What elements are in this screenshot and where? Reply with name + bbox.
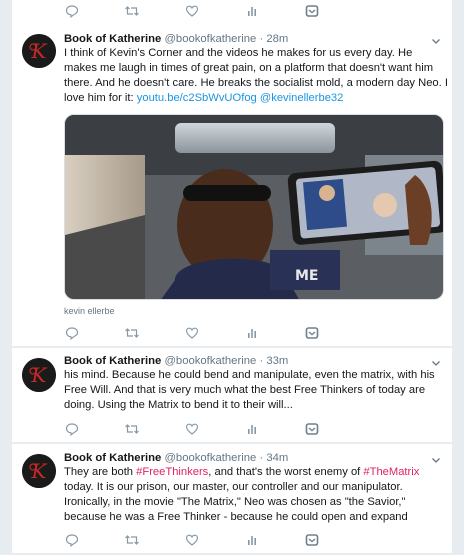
tweet-text-segment: They are both [64, 466, 137, 478]
tweet-text: his mind. Because he could bend and mani… [64, 369, 435, 411]
like-icon[interactable] [181, 0, 203, 22]
tweet-text-segment: today. It is our prison, our master, our… [64, 481, 408, 523]
avatar[interactable]: K [22, 358, 56, 392]
retweet-icon[interactable] [121, 529, 143, 551]
tweet-time[interactable]: 34m [266, 452, 288, 464]
reply-icon[interactable] [61, 529, 83, 551]
analytics-icon[interactable] [241, 322, 263, 344]
author-name[interactable]: Book of Katherine [64, 355, 161, 367]
video-thumbnail: ME [65, 115, 443, 299]
mention-link[interactable]: @kevinellerbe32 [260, 92, 344, 104]
timeline: K Book of Katherine @bookofkatherine · 2… [12, 0, 452, 555]
caret-down-icon[interactable] [430, 453, 442, 465]
tweet-actions [12, 0, 452, 24]
caret-down-icon[interactable] [430, 356, 442, 368]
hashtag-link[interactable]: #FreeThinkers [136, 466, 208, 478]
retweet-icon[interactable] [121, 0, 143, 22]
analytics-icon[interactable] [241, 529, 263, 551]
svg-text:K: K [31, 39, 48, 63]
like-icon[interactable] [181, 529, 203, 551]
video-media[interactable]: ME [64, 114, 444, 300]
caret-down-icon[interactable] [430, 34, 442, 46]
separator: · [259, 355, 264, 367]
media-tag[interactable]: kevin ellerbe [64, 306, 115, 316]
retweet-icon[interactable] [121, 322, 143, 344]
tweet-time[interactable]: 33m [266, 355, 288, 367]
tweet-actions [12, 418, 452, 442]
author-handle[interactable]: @bookofkatherine [164, 452, 256, 464]
analytics-icon[interactable] [241, 0, 263, 22]
tweet-text: They are both #FreeThinkers, and that's … [64, 465, 448, 525]
tweet-text: I think of Kevin's Corner and the videos… [64, 46, 448, 106]
author-handle[interactable]: @bookofkatherine [164, 355, 256, 367]
dm-icon[interactable] [301, 418, 323, 440]
avatar[interactable]: K [22, 454, 56, 488]
tweet-card[interactable]: K Book of Katherine @bookofkatherine · 3… [12, 444, 452, 553]
tweet-card[interactable]: K Book of Katherine @bookofkatherine · 3… [12, 348, 452, 442]
svg-text:K: K [31, 363, 48, 387]
analytics-icon[interactable] [241, 418, 263, 440]
tweet-card[interactable]: K Book of Katherine @bookofkatherine · 2… [12, 24, 452, 346]
tweet-actions [12, 322, 452, 346]
like-icon[interactable] [181, 418, 203, 440]
reply-icon[interactable] [61, 322, 83, 344]
dm-icon[interactable] [301, 529, 323, 551]
author-name[interactable]: Book of Katherine [64, 452, 161, 464]
reply-icon[interactable] [61, 0, 83, 22]
retweet-icon[interactable] [121, 418, 143, 440]
tweet-header: Book of Katherine @bookofkatherine · 33m [64, 354, 288, 368]
dm-icon[interactable] [301, 322, 323, 344]
like-icon[interactable] [181, 322, 203, 344]
tweet-actions [12, 529, 452, 553]
tweet-header: Book of Katherine @bookofkatherine · 28m [64, 32, 288, 46]
separator: · [259, 33, 264, 45]
tweet-card-partial [12, 0, 452, 24]
avatar[interactable]: K [22, 34, 56, 68]
tweet-time[interactable]: 28m [266, 33, 288, 45]
svg-text:ME: ME [295, 268, 319, 284]
tweet-header: Book of Katherine @bookofkatherine · 34m [64, 451, 288, 465]
tweet-link[interactable]: youtu.be/c2SbWvUOfog [137, 92, 257, 104]
author-name[interactable]: Book of Katherine [64, 33, 161, 45]
author-handle[interactable]: @bookofkatherine [164, 33, 256, 45]
dm-icon[interactable] [301, 0, 323, 22]
svg-text:K: K [31, 459, 48, 483]
reply-icon[interactable] [61, 418, 83, 440]
tweet-text-segment: , and that's the worst enemy of [208, 466, 364, 478]
hashtag-link[interactable]: #TheMatrix [363, 466, 419, 478]
separator: · [259, 452, 264, 464]
